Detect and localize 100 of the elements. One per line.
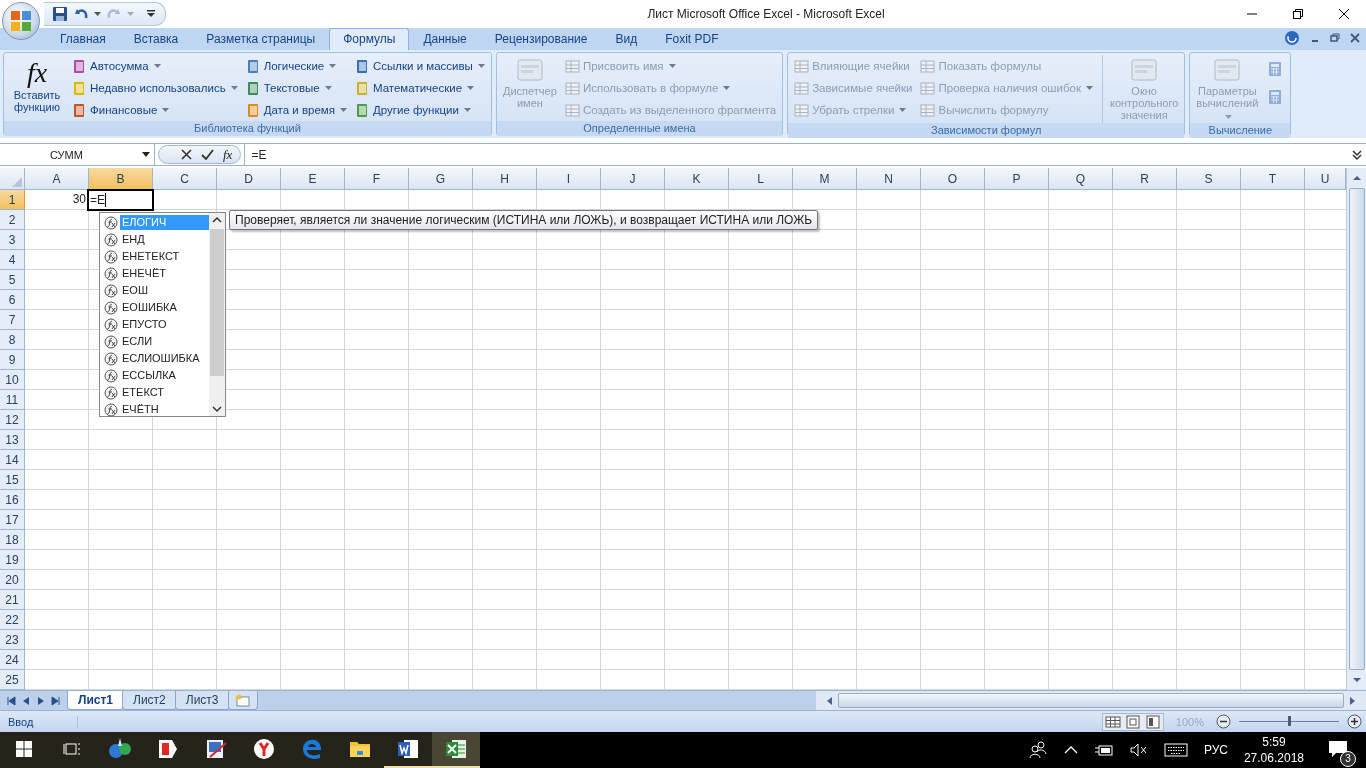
row-header[interactable]: 25 xyxy=(0,670,25,690)
ribbon-tab[interactable]: Рецензирование xyxy=(480,28,602,50)
zoom-in-icon[interactable] xyxy=(1347,714,1362,729)
ribbon-tab[interactable]: Разметка страницы xyxy=(192,28,330,50)
ribbon-button[interactable]: Недавно использовались xyxy=(69,77,241,99)
column-header[interactable]: H xyxy=(473,168,537,190)
ribbon-button[interactable]: Ссылки и массивы xyxy=(352,55,488,77)
ribbon-button[interactable]: Логические xyxy=(242,55,350,77)
scroll-thumb[interactable] xyxy=(210,229,224,376)
function-option[interactable]: ЕОШ xyxy=(120,283,150,298)
scroll-thumb[interactable] xyxy=(1348,188,1365,670)
ribbon-button[interactable]: Дата и время xyxy=(242,99,350,121)
next-sheet-icon[interactable] xyxy=(36,695,46,706)
save-icon[interactable] xyxy=(52,6,68,22)
row-header[interactable]: 3 xyxy=(0,230,25,250)
scroll-thumb[interactable] xyxy=(837,693,1344,708)
row-header[interactable]: 9 xyxy=(0,350,25,370)
sheet-tab[interactable]: Лист3 xyxy=(174,691,230,710)
ribbon-tab[interactable]: Вид xyxy=(601,28,652,50)
name-box[interactable]: СУММ xyxy=(0,144,155,165)
column-header[interactable]: O xyxy=(921,168,985,190)
office-button[interactable] xyxy=(2,2,40,40)
column-header[interactable]: P xyxy=(985,168,1049,190)
column-header[interactable]: T xyxy=(1241,168,1305,190)
ribbon-tab[interactable]: Foxit PDF xyxy=(651,28,733,50)
row-header[interactable]: 21 xyxy=(0,590,25,610)
ribbon-tab[interactable]: Формулы xyxy=(329,28,410,50)
column-header[interactable]: G xyxy=(409,168,473,190)
sheet-tab[interactable]: Лист1 xyxy=(67,691,125,710)
row-header[interactable]: 7 xyxy=(0,310,25,330)
column-header[interactable]: F xyxy=(345,168,409,190)
page-break-icon[interactable] xyxy=(1143,714,1162,729)
ribbon-button[interactable]: Другие функции xyxy=(352,99,488,121)
function-option[interactable]: ЕНЕТЕКСТ xyxy=(120,249,182,264)
function-option[interactable]: ЕЧЁТН xyxy=(120,402,161,417)
column-header[interactable]: S xyxy=(1177,168,1241,190)
chevron-up-icon[interactable] xyxy=(1063,745,1078,755)
row-header[interactable]: 20 xyxy=(0,570,25,590)
column-header[interactable]: K xyxy=(665,168,729,190)
row-header[interactable]: 5 xyxy=(0,270,25,290)
keyboard-icon[interactable] xyxy=(1163,743,1188,757)
zoom-slider-thumb[interactable] xyxy=(1288,716,1291,726)
app-icon[interactable] xyxy=(432,732,480,768)
row-header[interactable]: 2 xyxy=(0,210,25,230)
ribbon-button[interactable]: Математические xyxy=(352,77,488,99)
column-header[interactable]: J xyxy=(601,168,665,190)
row-header[interactable]: 18 xyxy=(0,530,25,550)
column-header[interactable]: R xyxy=(1113,168,1177,190)
ribbon-button[interactable]: Финансовые xyxy=(69,99,241,121)
column-header[interactable]: I xyxy=(537,168,601,190)
row-header[interactable]: 17 xyxy=(0,510,25,530)
column-header[interactable]: Q xyxy=(1049,168,1113,190)
function-option[interactable]: ЕСЛИ xyxy=(120,334,155,349)
ribbon-button[interactable]: fx Вставить функцию xyxy=(7,55,67,115)
cancel-icon[interactable] xyxy=(181,149,192,160)
row-header[interactable]: 15 xyxy=(0,470,25,490)
row-header[interactable]: 4 xyxy=(0,250,25,270)
mute-icon[interactable] xyxy=(1129,743,1148,757)
column-header[interactable]: M xyxy=(793,168,857,190)
function-option[interactable]: ЕНЕЧЁТ xyxy=(120,266,168,281)
function-option[interactable]: ЕССЫЛКА xyxy=(120,368,178,383)
row-header[interactable]: 23 xyxy=(0,630,25,650)
customize-icon[interactable] xyxy=(147,10,155,18)
ribbon-button[interactable]: Автосумма xyxy=(69,55,241,77)
row-header[interactable]: 6 xyxy=(0,290,25,310)
check-icon[interactable] xyxy=(201,149,214,160)
zoom-out-icon[interactable] xyxy=(1216,714,1231,729)
row-header[interactable]: 1 xyxy=(0,190,25,210)
function-option[interactable]: ЕТЕКСТ xyxy=(120,385,166,400)
row-header[interactable]: 16 xyxy=(0,490,25,510)
restore-icon[interactable] xyxy=(1292,8,1304,20)
column-header[interactable]: B xyxy=(89,168,153,190)
sheet-tab[interactable]: Лист2 xyxy=(122,691,177,710)
caret-icon[interactable] xyxy=(94,12,101,16)
battery-icon[interactable] xyxy=(1093,743,1114,757)
input-language[interactable]: РУС xyxy=(1203,743,1228,757)
ribbon-tab[interactable]: Данные xyxy=(409,28,481,50)
column-header[interactable]: D xyxy=(217,168,281,190)
column-header[interactable]: N xyxy=(857,168,921,190)
page-layout-icon[interactable] xyxy=(1123,714,1142,729)
function-option[interactable]: ЕНД xyxy=(120,232,147,247)
row-header[interactable]: 14 xyxy=(0,450,25,470)
last-sheet-icon[interactable] xyxy=(51,695,61,706)
row-header[interactable]: 19 xyxy=(0,550,25,570)
formula-field[interactable]: =E xyxy=(244,144,1350,165)
ribbon-tab[interactable]: Вставка xyxy=(119,28,193,50)
previous-sheet-icon[interactable] xyxy=(21,695,31,706)
notification-button[interactable]: 3 xyxy=(1320,735,1356,765)
function-option[interactable]: ЕСЛИОШИБКА xyxy=(120,351,202,366)
column-header[interactable]: L xyxy=(729,168,793,190)
function-option[interactable]: ЕПУСТО xyxy=(120,317,169,332)
clock[interactable]: 5:59 27.06.2018 xyxy=(1243,734,1304,766)
row-header[interactable]: 12 xyxy=(0,410,25,430)
first-sheet-icon[interactable] xyxy=(6,695,16,706)
cell-editor[interactable]: =E xyxy=(87,189,154,211)
insert-function-button[interactable]: fx xyxy=(223,146,233,163)
normal-view-icon[interactable] xyxy=(1103,714,1122,729)
ribbon-tab[interactable]: Главная xyxy=(46,28,120,50)
people-icon[interactable] xyxy=(1027,740,1048,760)
help-icon[interactable] xyxy=(1284,30,1300,46)
